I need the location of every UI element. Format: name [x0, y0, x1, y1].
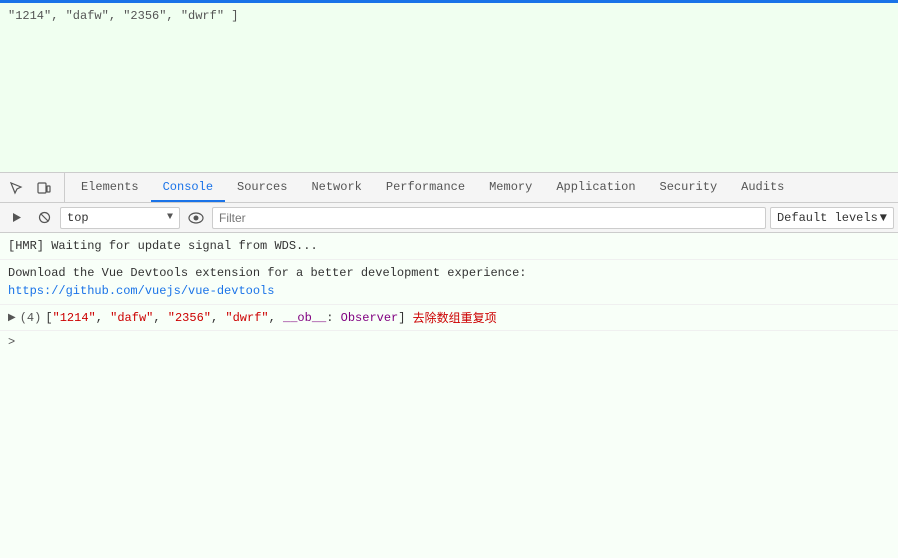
tab-performance[interactable]: Performance — [374, 173, 477, 202]
context-selector[interactable]: top ▼ — [60, 207, 180, 229]
eye-icon[interactable] — [184, 206, 208, 230]
ob-val: Observer — [341, 311, 399, 325]
console-output: [HMR] Waiting for update signal from WDS… — [0, 233, 898, 558]
block-icon[interactable] — [32, 206, 56, 230]
code-line: "1214", "dafw", "2356", "dwrf" ] — [8, 7, 890, 25]
tab-audits[interactable]: Audits — [729, 173, 796, 202]
hmr-message: [HMR] Waiting for update signal from WDS… — [0, 233, 898, 260]
tab-sources[interactable]: Sources — [225, 173, 299, 202]
expand-arrow[interactable]: ▶ — [8, 312, 16, 324]
context-dropdown-arrow: ▼ — [167, 212, 173, 223]
tab-elements[interactable]: Elements — [69, 173, 151, 202]
tab-network[interactable]: Network — [299, 173, 373, 202]
tab-application[interactable]: Application — [544, 173, 647, 202]
console-toolbar: top ▼ Default levels ▼ — [0, 203, 898, 233]
devtools-link[interactable]: https://github.com/vuejs/vue-devtools — [8, 284, 274, 298]
default-levels-label: Default levels — [777, 211, 878, 225]
play-icon[interactable] — [4, 206, 28, 230]
chinese-label: 去除数组重复项 — [413, 309, 497, 326]
tab-memory[interactable]: Memory — [477, 173, 544, 202]
toolbar-icons — [4, 173, 65, 202]
default-levels-arrow: ▼ — [880, 211, 887, 225]
array-item-2: "dafw" — [110, 311, 153, 325]
array-output-line: ▶ (4) [ "1214", "dafw", "2356", "dwrf", … — [0, 305, 898, 331]
code-area: "1214", "dafw", "2356", "dwrf" ] — [0, 3, 898, 173]
prompt-symbol: > — [8, 335, 15, 349]
devtools-message: Download the Vue Devtools extension for … — [0, 260, 898, 305]
tab-console[interactable]: Console — [151, 173, 225, 202]
cursor-icon[interactable] — [4, 176, 28, 200]
main-toolbar: Elements Console Sources Network Perform… — [0, 173, 898, 203]
default-levels-dropdown[interactable]: Default levels ▼ — [770, 207, 894, 229]
device-icon[interactable] — [32, 176, 56, 200]
array-item-1: "1214" — [53, 311, 96, 325]
tab-list: Elements Console Sources Network Perform… — [65, 173, 796, 202]
ob-key: __ob__ — [283, 311, 326, 325]
array-item-3: "2356" — [168, 311, 211, 325]
array-item-4: "dwrf" — [225, 311, 268, 325]
tab-security[interactable]: Security — [648, 173, 730, 202]
array-count: (4) — [20, 311, 42, 325]
prompt-line: > — [0, 331, 898, 353]
filter-input[interactable] — [212, 207, 766, 229]
context-label: top — [67, 211, 163, 225]
